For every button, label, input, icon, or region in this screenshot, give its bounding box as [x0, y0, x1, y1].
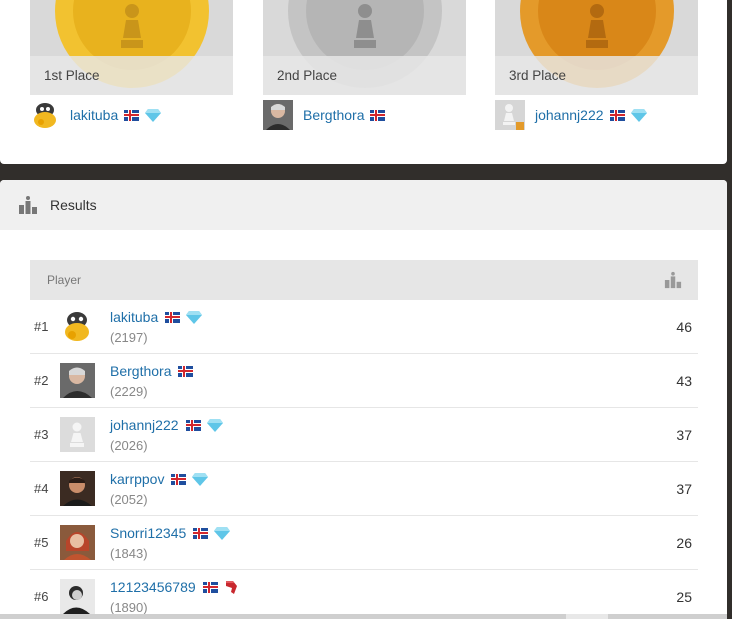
player-rating: (1843) — [110, 546, 148, 561]
rank: #3 — [34, 427, 49, 442]
player-score: 43 — [676, 373, 692, 389]
player-username[interactable]: 12123456789 — [110, 579, 196, 595]
diamond-icon[interactable] — [192, 472, 209, 486]
red-tag-icon[interactable] — [224, 580, 238, 595]
podium-username[interactable]: lakituba — [70, 107, 118, 123]
iceland-flag-icon — [171, 473, 187, 485]
player-score: 25 — [676, 589, 692, 605]
pawn-avatar[interactable] — [495, 100, 525, 130]
table-row[interactable]: #6 12123456789 (1890) 25 — [30, 570, 698, 619]
table-row[interactable]: #1 lakituba (2197) 46 — [30, 300, 698, 354]
results-table: Player #1 lakituba (2197) 46 #2 Bergthor… — [30, 260, 698, 619]
lakitu-avatar[interactable] — [60, 309, 95, 344]
rank: #2 — [34, 373, 49, 388]
player-username[interactable]: johannj222 — [110, 417, 179, 433]
lakitu-avatar[interactable] — [30, 100, 60, 130]
player-username[interactable]: lakituba — [110, 309, 158, 325]
diamond-icon[interactable] — [206, 418, 223, 432]
player-score: 37 — [676, 481, 692, 497]
podium-third-place: 3rd Place johannj222 — [495, 0, 698, 135]
player-rating: (2052) — [110, 492, 148, 507]
podium-icon[interactable] — [664, 271, 682, 289]
player-score: 46 — [676, 319, 692, 335]
table-header: Player — [30, 260, 698, 300]
iceland-flag-icon — [178, 365, 194, 377]
podium-winner: Bergthora — [263, 95, 466, 135]
player-score: 26 — [676, 535, 692, 551]
photo-avatar[interactable] — [60, 471, 95, 506]
rank: #1 — [34, 319, 49, 334]
podium-icon — [19, 196, 37, 214]
iceland-flag-icon — [609, 109, 625, 121]
results-title: Results — [50, 197, 97, 213]
player-name-line: karrppov — [110, 471, 209, 487]
player-name-line: Bergthora — [110, 363, 199, 379]
player-username[interactable]: karrppov — [110, 471, 164, 487]
podium-username[interactable]: johannj222 — [535, 107, 604, 123]
place-label: 3rd Place — [495, 56, 698, 95]
photo-avatar[interactable] — [60, 579, 95, 614]
diamond-icon[interactable] — [186, 310, 203, 324]
podium-winner: lakituba — [30, 95, 233, 135]
podium-username[interactable]: Bergthora — [303, 107, 364, 123]
player-name-line: Snorri12345 — [110, 525, 231, 541]
player-rating: (2026) — [110, 438, 148, 453]
rank: #6 — [34, 589, 49, 604]
photo-avatar[interactable] — [60, 363, 95, 398]
player-name-line: johannj222 — [110, 417, 223, 433]
scrollbar-thumb[interactable] — [566, 614, 608, 619]
player-name-line: 12123456789 — [110, 579, 238, 595]
iceland-flag-icon — [370, 109, 386, 121]
silver-medal-panel: 2nd Place — [263, 0, 466, 95]
player-username[interactable]: Snorri12345 — [110, 525, 186, 541]
diamond-icon[interactable] — [145, 108, 162, 122]
iceland-flag-icon — [165, 311, 181, 323]
rank: #5 — [34, 535, 49, 550]
table-row[interactable]: #3 johannj222 (2026) 37 — [30, 408, 698, 462]
bronze-medal-panel: 3rd Place — [495, 0, 698, 95]
podium-second-place: 2nd Place Bergthora — [263, 0, 466, 135]
player-score: 37 — [676, 427, 692, 443]
player-name-line: lakituba — [110, 309, 203, 325]
player-username[interactable]: Bergthora — [110, 363, 171, 379]
player-rating: (2229) — [110, 384, 148, 399]
results-header: Results — [0, 180, 727, 230]
diamond-icon[interactable] — [214, 526, 231, 540]
table-row[interactable]: #4 karrppov (2052) 37 — [30, 462, 698, 516]
iceland-flag-icon — [185, 419, 201, 431]
table-row[interactable]: #5 Snorri12345 (1843) 26 — [30, 516, 698, 570]
diamond-icon[interactable] — [630, 108, 647, 122]
photo-avatar[interactable] — [263, 100, 293, 130]
pawn-avatar[interactable] — [60, 417, 95, 452]
place-label: 2nd Place — [263, 56, 466, 95]
podium-winner: johannj222 — [495, 95, 698, 135]
results-panel: Results Player #1 lakituba (2197) 46 #2 … — [0, 180, 727, 619]
photo-avatar[interactable] — [60, 525, 95, 560]
iceland-flag-icon — [124, 109, 140, 121]
player-rating: (2197) — [110, 330, 148, 345]
podium-first-place: 1st Place lakituba — [30, 0, 233, 135]
rank: #4 — [34, 481, 49, 496]
place-label: 1st Place — [30, 56, 233, 95]
table-row[interactable]: #2 Bergthora (2229) 43 — [30, 354, 698, 408]
player-rating: (1890) — [110, 600, 148, 615]
iceland-flag-icon — [193, 527, 209, 539]
horizontal-scrollbar[interactable] — [0, 614, 727, 619]
gold-medal-panel: 1st Place — [30, 0, 233, 95]
player-column-header[interactable]: Player — [47, 273, 81, 287]
podium-card: 1st Place lakituba 2nd Place Bergthora 3… — [0, 0, 727, 164]
iceland-flag-icon — [202, 581, 218, 593]
